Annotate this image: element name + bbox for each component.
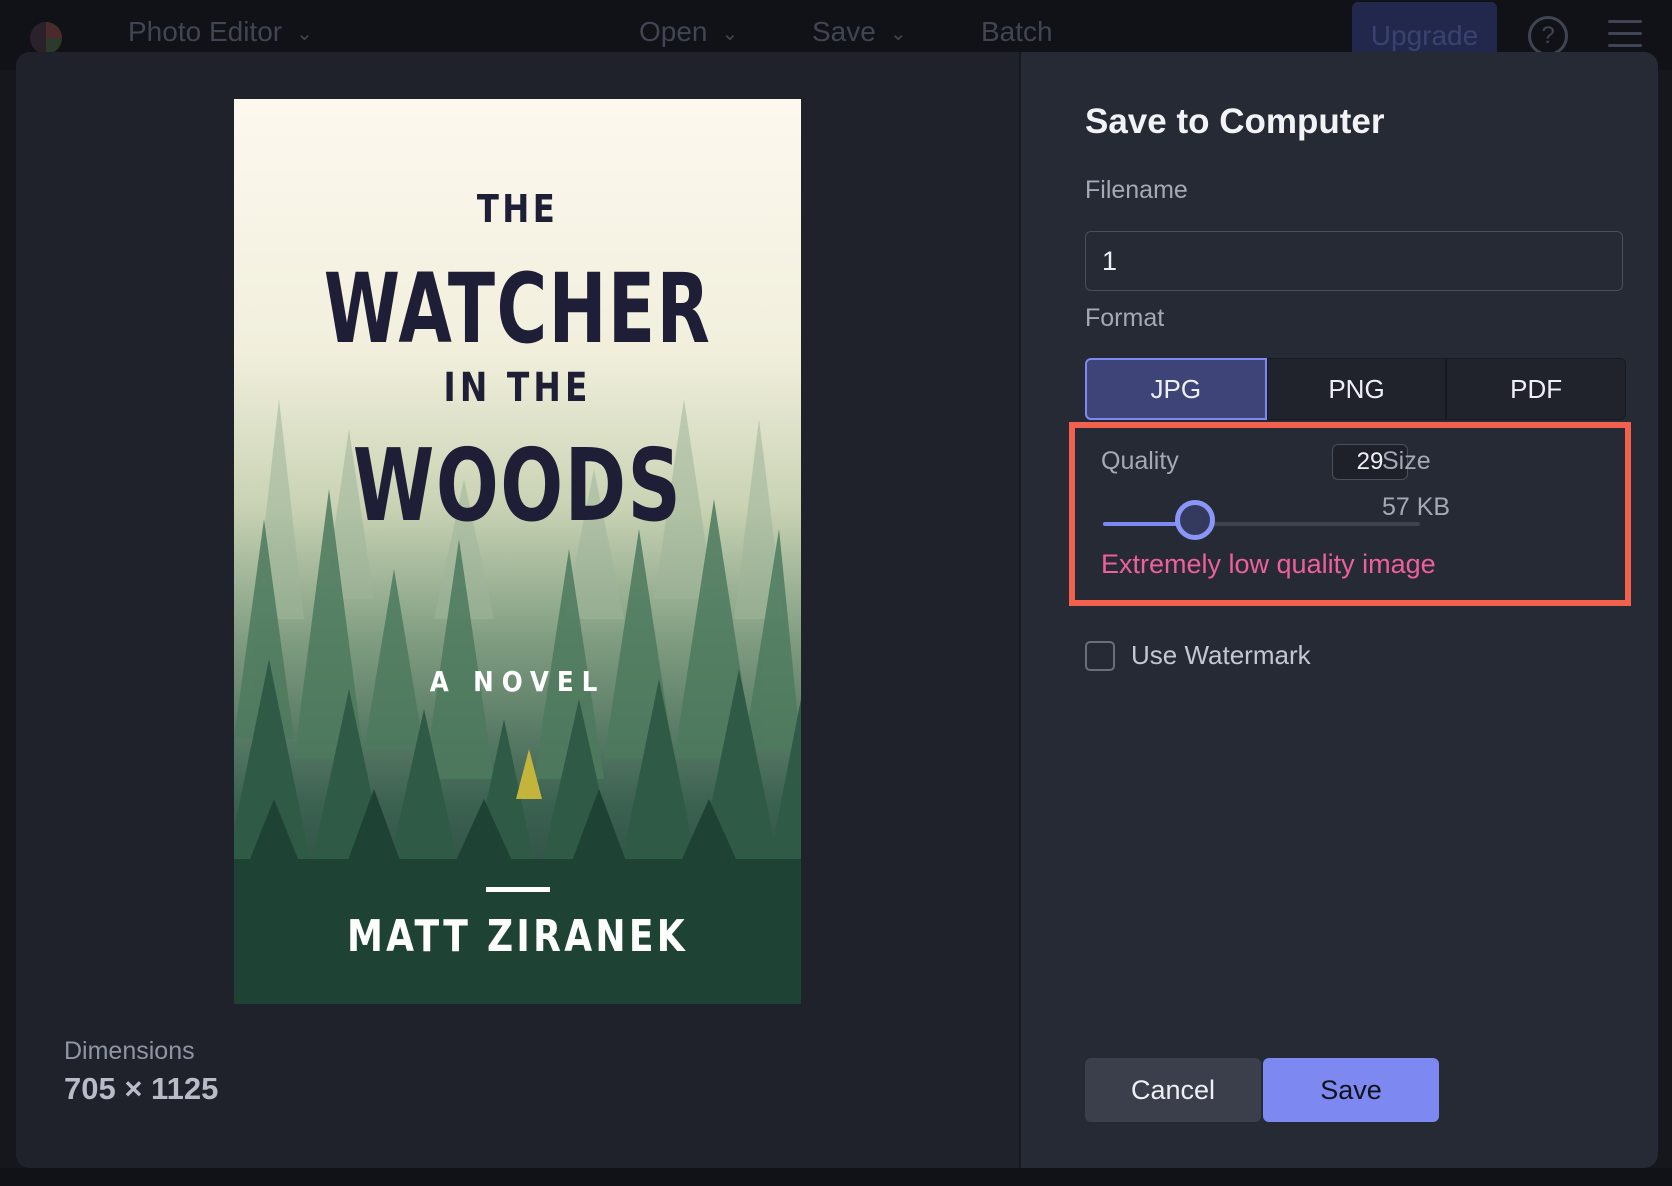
photo-editor-menu[interactable]: Photo Editor ⌄ bbox=[128, 16, 313, 48]
format-selector: JPG PNG PDF bbox=[1085, 358, 1627, 420]
format-label: Format bbox=[1085, 304, 1165, 332]
watermark-checkbox[interactable] bbox=[1085, 640, 1115, 671]
image-preview: THE WATCHER IN THE WOODS A NOVEL MATT ZI… bbox=[234, 99, 801, 1004]
cover-subtitle: A NOVEL bbox=[429, 665, 606, 698]
chevron-down-icon: ⌄ bbox=[889, 23, 907, 46]
format-pdf-button[interactable]: PDF bbox=[1446, 358, 1627, 420]
save-dialog: THE WATCHER IN THE WOODS A NOVEL MATT ZI… bbox=[16, 52, 1658, 1168]
format-jpg-button[interactable]: JPG bbox=[1085, 358, 1267, 420]
open-menu[interactable]: Open ⌄ bbox=[639, 16, 738, 48]
chevron-down-icon: ⌄ bbox=[296, 23, 313, 46]
cover-title-line-4: WOODS bbox=[352, 427, 683, 544]
filename-label: Filename bbox=[1085, 176, 1188, 204]
quality-slider-thumb[interactable] bbox=[1174, 500, 1215, 540]
cover-title-line-3: IN THE bbox=[443, 365, 592, 411]
quality-slider[interactable] bbox=[1103, 500, 1420, 544]
save-button[interactable]: Save bbox=[1263, 1058, 1439, 1122]
dialog-title: Save to Computer bbox=[1085, 102, 1385, 141]
preview-panel: THE WATCHER IN THE WOODS A NOVEL MATT ZI… bbox=[16, 52, 1019, 1168]
open-label: Open bbox=[639, 16, 708, 47]
size-value: 57 KB bbox=[1382, 493, 1451, 521]
hamburger-menu-icon[interactable] bbox=[1608, 20, 1642, 48]
format-png-button[interactable]: PNG bbox=[1266, 358, 1447, 420]
save-menu[interactable]: Save ⌄ bbox=[812, 16, 907, 48]
size-label: Size bbox=[1382, 447, 1431, 475]
chevron-down-icon: ⌄ bbox=[721, 23, 739, 46]
filename-input[interactable] bbox=[1085, 231, 1623, 291]
app-logo-icon bbox=[30, 22, 62, 54]
save-options-panel: Save to Computer Filename Format JPG PNG… bbox=[1021, 52, 1658, 1168]
quality-warning: Extremely low quality image bbox=[1101, 549, 1436, 579]
app-bottom-bar bbox=[0, 1168, 1672, 1186]
watermark-option[interactable]: Use Watermark bbox=[1085, 640, 1311, 671]
quality-label: Quality bbox=[1101, 447, 1179, 475]
cover-title-line-2: WATCHER bbox=[323, 253, 712, 365]
cancel-button[interactable]: Cancel bbox=[1085, 1058, 1261, 1122]
cover-divider bbox=[486, 887, 550, 892]
cover-author: MATT ZIRANEK bbox=[346, 911, 689, 962]
dimensions-label: Dimensions bbox=[64, 1037, 195, 1065]
batch-label: Batch bbox=[981, 16, 1053, 47]
cover-title-line-1: THE bbox=[476, 187, 559, 231]
photo-editor-label: Photo Editor bbox=[128, 16, 283, 47]
forest-cover-image bbox=[234, 99, 801, 1004]
watermark-label: Use Watermark bbox=[1131, 640, 1311, 670]
help-icon[interactable]: ? bbox=[1528, 16, 1568, 56]
save-menu-label: Save bbox=[812, 16, 876, 47]
dimensions-value: 705 × 1125 bbox=[64, 1071, 219, 1106]
batch-menu[interactable]: Batch bbox=[981, 16, 1053, 48]
